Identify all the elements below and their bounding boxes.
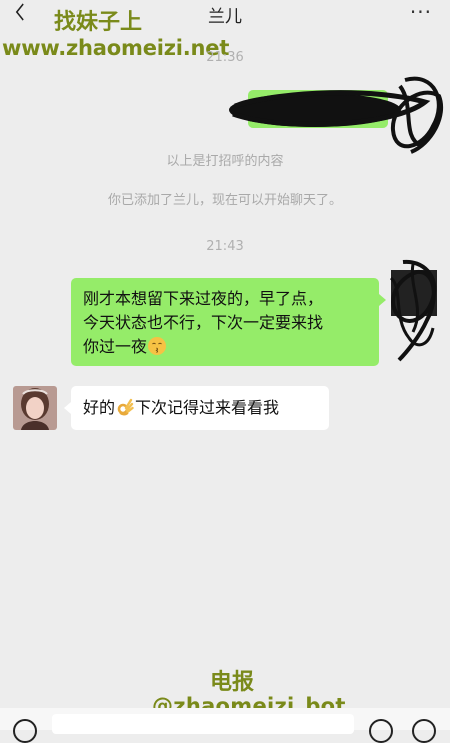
system-added-note: 你已添加了兰儿，现在可以开始聊天了。 (107, 193, 342, 208)
message-sent-line3-text: 你过一夜 (83, 337, 148, 356)
message-sent[interactable]: 刚才本想留下来过夜的，早了点， 今天状态也不行，下次一定要来找 你过一夜 (71, 278, 379, 366)
more-dots-icon[interactable]: ··· (410, 0, 432, 24)
message-sent-line3: 你过一夜 (83, 335, 367, 359)
message-received-text-end: 下次记得过来看看我 (135, 398, 280, 417)
self-avatar-scribble (389, 259, 437, 362)
received-bubble-tail (64, 402, 71, 414)
kissing-face-icon (148, 337, 167, 355)
timestamp-second: 21:43 (206, 239, 244, 254)
watermark-bottom-title: 电报 (210, 670, 255, 695)
message-received[interactable]: 好的 下次记得过来看看我 (71, 386, 329, 430)
emoji-icon[interactable] (369, 719, 393, 743)
plus-icon[interactable] (412, 719, 436, 743)
message-input[interactable] (52, 714, 354, 734)
message-sent-line1: 刚才本想留下来过夜的，早了点， (83, 289, 324, 308)
ok-hand-icon (116, 398, 134, 416)
message-sent-line2: 今天状态也不行，下次一定要来找 (83, 313, 324, 332)
timestamp-first: 21:36 (206, 50, 244, 65)
contact-avatar[interactable] (13, 386, 57, 430)
message-received-text-start: 好的 (83, 398, 116, 417)
watermark-title: 找妹子上 (54, 10, 143, 35)
redaction-scribble (229, 76, 443, 154)
ok-hand-svg (117, 398, 134, 416)
voice-icon[interactable] (13, 719, 37, 743)
system-greeting-note: 以上是打招呼的内容 (166, 154, 284, 169)
contact-avatar-image (13, 386, 57, 430)
kiss-emoji-svg (148, 337, 166, 355)
